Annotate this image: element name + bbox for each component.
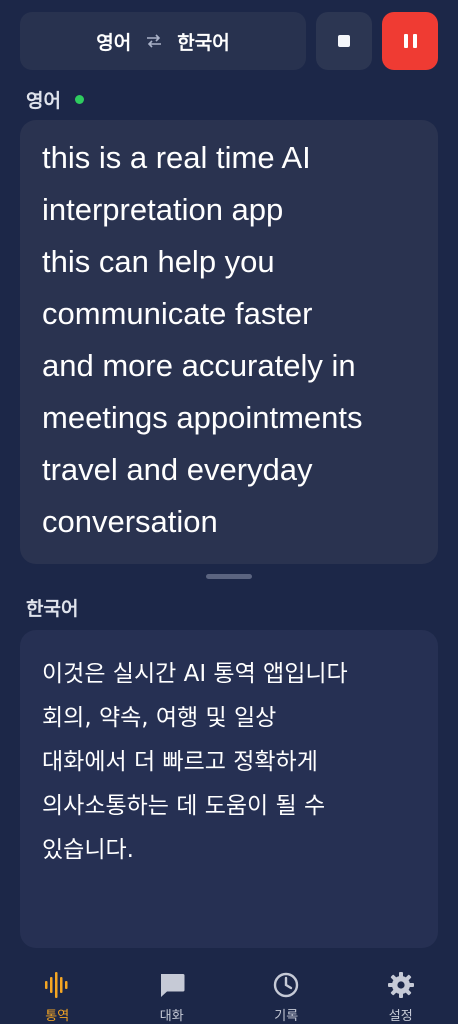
source-transcript-panel[interactable]: this is a real time AI interpretation ap… — [20, 120, 438, 564]
stop-button[interactable] — [316, 12, 372, 70]
translation-text: 이것은 실시간 AI 통역 앱입니다 회의, 약속, 여행 및 일상 대화에서 … — [42, 661, 348, 863]
chat-bubble-icon — [157, 970, 187, 999]
nav-tab-conversation[interactable]: 대화 — [115, 958, 230, 1024]
translation-panel[interactable]: 이것은 실시간 AI 통역 앱입니다 회의, 약속, 여행 및 일상 대화에서 … — [20, 630, 438, 948]
bottom-navigation: 통역 대화 기록 설정 — [0, 958, 458, 1024]
source-language-label: 영어 — [96, 31, 132, 54]
target-section-header: 한국어 — [26, 594, 78, 621]
nav-label: 설정 — [388, 1009, 413, 1024]
pause-button[interactable] — [382, 12, 438, 70]
nav-label: 대화 — [159, 1009, 184, 1024]
waveform-icon — [42, 970, 72, 999]
swap-arrows-icon[interactable] — [145, 33, 163, 49]
language-pair-selector[interactable]: 영어 한국어 — [20, 12, 306, 70]
nav-tab-history[interactable]: 기록 — [229, 958, 344, 1024]
stop-icon — [338, 35, 350, 47]
source-section-header: 영어 — [26, 86, 84, 113]
target-language-label: 한국어 — [177, 31, 230, 54]
nav-label: 기록 — [274, 1009, 299, 1024]
live-indicator-dot — [74, 95, 84, 104]
nav-label: 통역 — [45, 1009, 70, 1024]
source-transcript-text: this is a real time AI interpretation ap… — [42, 140, 363, 539]
gear-icon — [386, 970, 416, 999]
source-section-label: 영어 — [26, 90, 61, 112]
pause-icon — [403, 34, 408, 48]
nav-tab-interpret[interactable]: 통역 — [0, 958, 115, 1024]
top-bar: 영어 한국어 — [20, 12, 438, 70]
clock-icon — [271, 970, 301, 999]
resize-handle[interactable] — [206, 574, 252, 579]
target-section-label: 한국어 — [26, 598, 79, 620]
nav-tab-settings[interactable]: 설정 — [344, 958, 458, 1024]
